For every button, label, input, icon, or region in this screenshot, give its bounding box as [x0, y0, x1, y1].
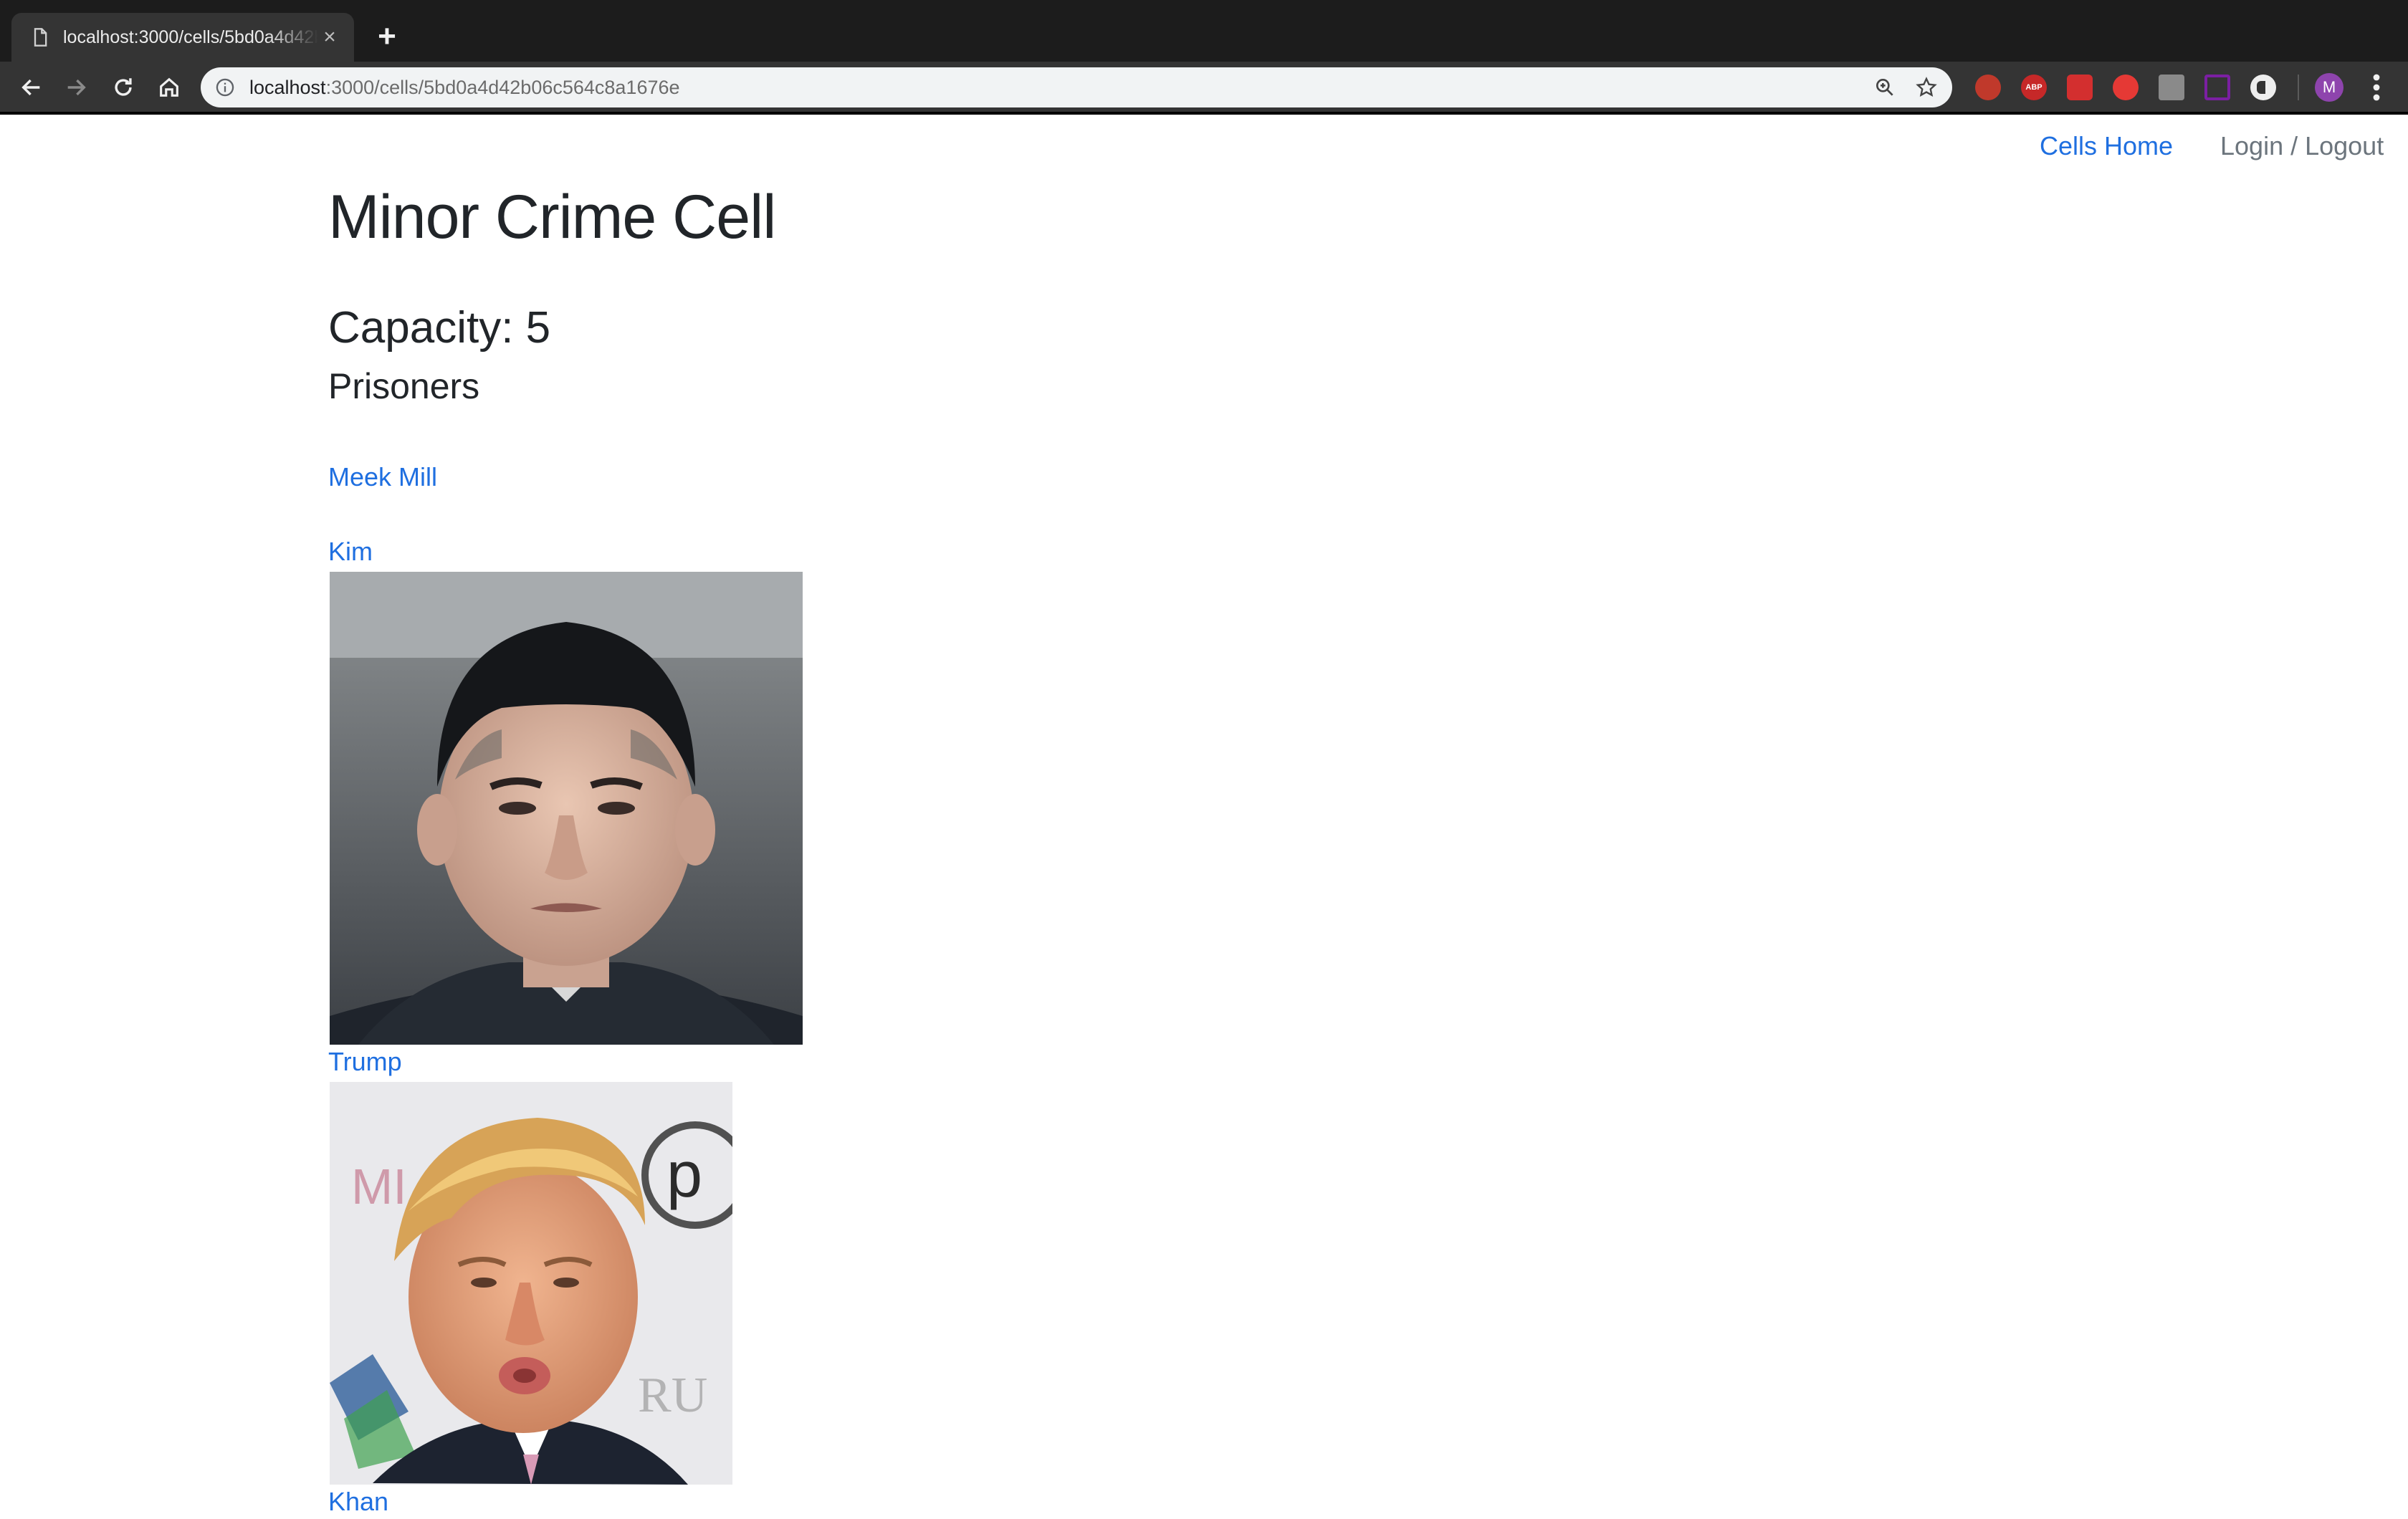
ublock-icon[interactable]	[1975, 75, 2001, 100]
page-icon	[34, 28, 47, 47]
close-tab-icon[interactable]: ×	[318, 26, 341, 49]
more-menu-icon[interactable]	[2365, 72, 2388, 103]
prisoner-link-khan[interactable]: Khan	[328, 1485, 388, 1519]
dark-reader-icon[interactable]	[2250, 75, 2276, 100]
home-icon	[160, 77, 178, 97]
svg-text:RU: RU	[638, 1368, 707, 1423]
cells-home-link[interactable]: Cells Home	[2040, 129, 2173, 163]
svg-text:p: p	[666, 1139, 702, 1211]
adblock-plus-label: ABP	[2025, 83, 2042, 92]
tab-strip: localhost:3000/cells/5bd0a4d42b06c564c8a…	[0, 0, 2408, 62]
toolbar-separator	[2298, 75, 2299, 100]
back-button[interactable]	[16, 72, 47, 103]
bookmark-star-icon[interactable]	[1915, 76, 1938, 99]
tab-title: localhost:3000/cells/5bd0a4d42b06c564c8a…	[63, 27, 318, 47]
reload-button[interactable]	[108, 72, 139, 103]
dark-reader-glyph	[2257, 81, 2265, 94]
prisoner-link-meek-mill[interactable]: Meek Mill	[328, 460, 437, 494]
url-host: localhost	[249, 77, 326, 98]
prisoner-photo-kim	[330, 572, 803, 1045]
forward-arrow-icon	[67, 79, 86, 96]
prisoner-link-trump[interactable]: Trump	[328, 1045, 402, 1079]
address-bar[interactable]: localhost:3000/cells/5bd0a4d42b06c564c8a…	[201, 67, 1952, 107]
browser-tab[interactable]: localhost:3000/cells/5bd0a4d42b06c564c8a…	[11, 13, 354, 62]
page-title: Minor Crime Cell	[328, 183, 776, 251]
toolbar-divider	[0, 112, 2408, 115]
storage-icon[interactable]	[2159, 75, 2184, 100]
color-picker-icon[interactable]	[2204, 75, 2230, 100]
url-path: :3000/cells/5bd0a4d42b06c564c8a1676e	[325, 77, 680, 98]
url-text: localhost:3000/cells/5bd0a4d42b06c564c8a…	[249, 67, 680, 107]
zoom-icon[interactable]	[1873, 76, 1896, 99]
reload-icon	[115, 78, 132, 96]
prisoners-heading: Prisoners	[328, 366, 480, 406]
adblock-plus-icon[interactable]: ABP	[2021, 75, 2047, 100]
prisoner-link-kim[interactable]: Kim	[328, 535, 373, 569]
login-logout-link[interactable]: Login / Logout	[2220, 129, 2384, 163]
svg-text:MI: MI	[351, 1159, 407, 1214]
home-button[interactable]	[153, 72, 185, 103]
site-info-icon[interactable]	[215, 77, 235, 97]
profile-avatar[interactable]: M	[2315, 73, 2344, 102]
privacy-shield-icon[interactable]	[2067, 75, 2093, 100]
forward-button[interactable]	[60, 72, 92, 103]
prisoner-photo-trump: MI p RU	[330, 1082, 732, 1485]
back-arrow-icon	[22, 79, 40, 96]
capacity-heading: Capacity: 5	[328, 303, 551, 353]
vpn-shield-icon[interactable]	[2113, 75, 2139, 100]
new-tab-button[interactable]: +	[370, 20, 404, 54]
